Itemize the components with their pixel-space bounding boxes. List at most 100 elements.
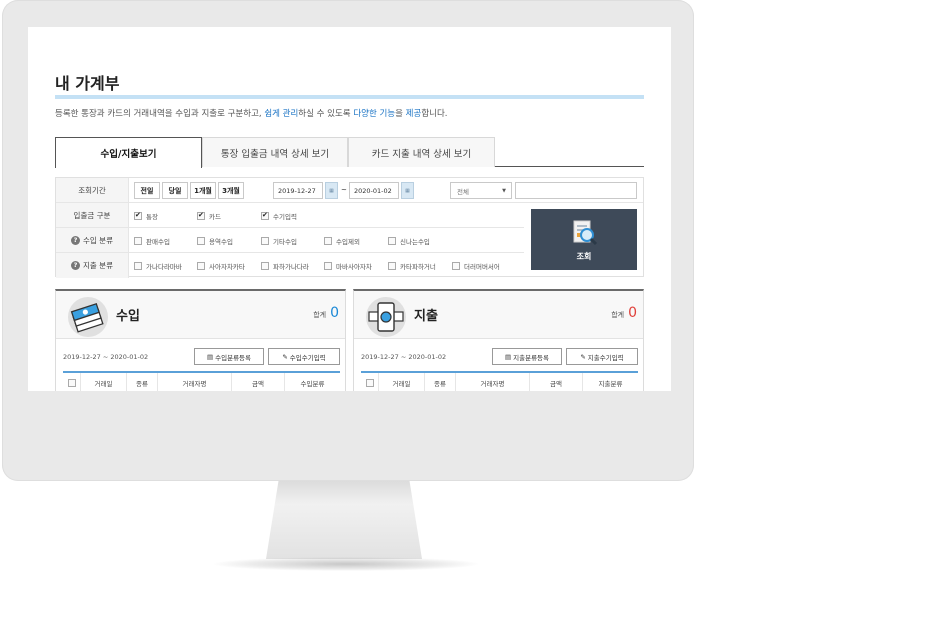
expense-total-label: 합계 xyxy=(611,311,625,319)
checkbox-icon xyxy=(324,237,332,245)
checkbox-label: 판매수입 xyxy=(146,238,170,246)
checkbox-checked-icon xyxy=(134,211,142,220)
expense-cat-checkbox[interactable]: 더러머버서어 xyxy=(452,261,500,271)
search-button[interactable]: 조회 xyxy=(531,209,637,270)
period-label: 조회기간 xyxy=(56,178,129,202)
page-title: 내 가계부 xyxy=(55,74,120,93)
calendar-icon[interactable]: ▦ xyxy=(401,182,414,199)
column-header: 지출분류 xyxy=(598,380,623,388)
expense-cat-checkbox[interactable]: 사아자차카타 xyxy=(197,261,245,271)
income-panel: 수입 합계 0 2019-12-27 ~ 2020-01-02 ▤ 수입분류등록 … xyxy=(55,289,346,391)
expense-cat-checkbox[interactable]: 카타파하거너 xyxy=(388,261,436,271)
description-part: 합니다. xyxy=(421,109,448,119)
account-select[interactable]: 전체 ▼ xyxy=(450,182,512,199)
period-prev-day-button[interactable]: 전일 xyxy=(134,182,160,199)
type-label: 입출금 구분 xyxy=(56,203,129,227)
checkbox-checked-icon xyxy=(197,211,205,220)
expense-total-value: 0 xyxy=(628,305,637,321)
checkbox-icon xyxy=(134,262,142,270)
expense-category-register-button[interactable]: ▤ 지출분류등록 xyxy=(492,348,562,365)
search-text-input[interactable] xyxy=(515,182,637,199)
income-date-range: 2019-12-27 ~ 2020-01-02 xyxy=(63,353,149,361)
select-all-checkbox[interactable] xyxy=(63,373,81,391)
button-label: 지출수기입력 xyxy=(587,353,624,362)
button-label: 수입수기입력 xyxy=(289,353,326,362)
income-cat-checkbox[interactable]: 용역수입 xyxy=(197,236,233,246)
type-card-checkbox[interactable]: 카드 xyxy=(197,211,221,221)
expense-table-header: 거래일 종류 거래자명 금액 지출분류 xyxy=(361,371,638,391)
date-to-input[interactable]: 2020-01-02 xyxy=(349,182,399,199)
checkbox-icon xyxy=(388,237,396,245)
expense-date-range: 2019-12-27 ~ 2020-01-02 xyxy=(361,353,447,361)
date-from-input[interactable]: 2019-12-27 xyxy=(273,182,323,199)
period-row: 조회기간 전일 당일 1개월 3개월 2019-12-27 ▦ ~ 2020-0… xyxy=(56,178,643,203)
checkbox-icon xyxy=(365,379,374,387)
expense-cat-checkbox[interactable]: 파하가나다라 xyxy=(261,261,309,271)
checkbox-label: 카드 xyxy=(209,213,221,221)
expense-panel-header: 지출 합계 0 xyxy=(354,291,643,339)
help-icon[interactable]: ? xyxy=(71,235,80,245)
type-bankbook-checkbox[interactable]: 통장 xyxy=(134,211,158,221)
date-separator: ~ xyxy=(341,186,347,194)
select-all-checkbox[interactable] xyxy=(361,373,379,391)
money-stack-icon xyxy=(68,297,108,337)
description-part: 하실 수 있도록 xyxy=(298,109,354,119)
income-table-header: 거래일 종류 거래자명 금액 수입분류 xyxy=(63,371,340,391)
column-header: 거래일 xyxy=(81,373,127,391)
income-cat-checkbox[interactable]: 판매수입 xyxy=(134,236,170,246)
income-total-label: 합계 xyxy=(313,311,327,319)
income-total: 합계 0 xyxy=(313,305,339,321)
checkbox-label: 신나는수입 xyxy=(400,238,430,246)
description-highlight: 쉽게 관리 xyxy=(264,109,299,119)
checkbox-icon xyxy=(261,262,269,270)
period-1month-button[interactable]: 1개월 xyxy=(190,182,216,199)
button-label: 지출분류등록 xyxy=(513,353,550,362)
column-header: 금액 xyxy=(232,373,285,391)
checkbox-label: 사아자차카타 xyxy=(209,263,245,271)
type-manual-checkbox[interactable]: 수기입력 xyxy=(261,211,297,221)
income-cat-checkbox[interactable]: 신나는수입 xyxy=(388,236,430,246)
search-button-label: 조회 xyxy=(576,251,592,261)
tab-bar: 수입/지출보기 통장 입출금 내역 상세 보기 카드 지출 내역 상세 보기 xyxy=(55,137,644,168)
calendar-icon[interactable]: ▦ xyxy=(325,182,338,199)
account-select-value: 전체 xyxy=(457,187,469,196)
monitor-frame: 내 가계부 등록한 통장과 카드의 거래내역을 수입과 지출로 구분하고, 쉽게… xyxy=(2,0,694,481)
checkbox-icon xyxy=(197,237,205,245)
period-3month-button[interactable]: 3개월 xyxy=(218,182,244,199)
checkbox-icon xyxy=(197,262,205,270)
expense-cat-checkbox[interactable]: 마바사아자차 xyxy=(324,261,372,271)
tab-bank-detail[interactable]: 통장 입출금 내역 상세 보기 xyxy=(202,137,348,167)
expense-title: 지출 xyxy=(414,309,438,324)
stand-shadow xyxy=(214,557,478,571)
column-header: 종류 xyxy=(127,373,158,391)
expense-category-label: ? 지출 분류 xyxy=(56,253,129,278)
checkbox-icon xyxy=(388,262,396,270)
tab-card-detail[interactable]: 카드 지출 내역 상세 보기 xyxy=(348,137,495,167)
expense-cat-checkbox[interactable]: 가나다라마바 xyxy=(134,261,182,271)
column-header: 거래자명 xyxy=(158,373,232,391)
expense-manual-input-button[interactable]: ✎ 지출수기입력 xyxy=(566,348,638,365)
column-header: 금액 xyxy=(530,373,583,391)
period-today-button[interactable]: 당일 xyxy=(162,182,188,199)
list-icon: ▤ xyxy=(206,352,214,361)
list-icon: ▤ xyxy=(504,352,512,361)
label-text: 지출 분류 xyxy=(83,261,113,270)
tab-income-expense[interactable]: 수입/지출보기 xyxy=(55,137,202,168)
checkbox-icon xyxy=(452,262,460,270)
income-category-register-button[interactable]: ▤ 수입분류등록 xyxy=(194,348,264,365)
checkbox-label: 카타파하거너 xyxy=(400,263,436,271)
income-cat-checkbox[interactable]: 기타수입 xyxy=(261,236,297,246)
button-label: 수입분류등록 xyxy=(215,353,252,362)
income-cat-checkbox[interactable]: 수입제외 xyxy=(324,236,360,246)
help-icon[interactable]: ? xyxy=(71,261,80,270)
description-highlight: 다양한 기능 xyxy=(353,109,396,119)
column-header: 거래자명 xyxy=(456,373,530,391)
edit-icon: ✎ xyxy=(282,352,288,361)
checkbox-label: 더러머버서어 xyxy=(464,263,500,271)
checkbox-label: 마바사아자차 xyxy=(336,263,372,271)
income-manual-input-button[interactable]: ✎ 수입수기입력 xyxy=(268,348,340,365)
screen: 내 가계부 등록한 통장과 카드의 거래내역을 수입과 지출로 구분하고, 쉽게… xyxy=(28,27,671,391)
checkbox-label: 수입제외 xyxy=(336,238,360,246)
checkbox-label: 수기입력 xyxy=(273,213,297,221)
checkbox-label: 통장 xyxy=(146,213,158,221)
